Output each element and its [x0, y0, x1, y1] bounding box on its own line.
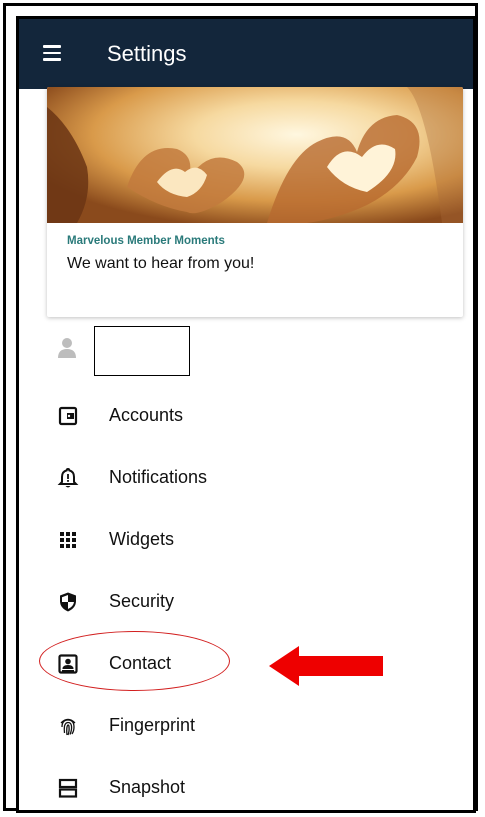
profile-name-redacted[interactable] — [94, 326, 190, 376]
hamburger-menu-icon[interactable] — [39, 39, 69, 69]
fingerprint-icon — [60, 718, 76, 736]
red-arrow-icon — [269, 646, 383, 686]
menu-item-notifications[interactable]: Notifications — [19, 447, 473, 509]
page-title: Settings — [107, 41, 187, 66]
menu-label-snapshot: Snapshot — [109, 777, 186, 797]
snapshot-icon — [58, 778, 78, 798]
card-headline: We want to hear from you! — [67, 255, 255, 272]
wallet-icon — [58, 406, 78, 426]
menu-item-security[interactable]: Security — [19, 571, 473, 633]
menu-item-accounts[interactable]: Accounts — [19, 385, 473, 447]
menu-label-fingerprint: Fingerprint — [109, 715, 196, 735]
screenshot-outer-border: Settings Marvelous Member Moments We wan… — [3, 3, 478, 813]
bell-alert-icon — [57, 467, 79, 488]
app-screen: Settings Marvelous Member Moments We wan… — [16, 16, 476, 813]
menu-label-notifications: Notifications — [109, 467, 208, 487]
person-icon — [58, 338, 76, 358]
menu-item-snapshot[interactable]: Snapshot — [19, 757, 473, 810]
app-bar: Settings — [19, 19, 473, 89]
menu-label-security: Security — [109, 591, 175, 611]
menu-label-accounts: Accounts — [109, 405, 184, 425]
menu-item-fingerprint[interactable]: Fingerprint — [19, 695, 473, 757]
promo-card[interactable]: Marvelous Member Moments We want to hear… — [47, 87, 463, 317]
card-caption: Marvelous Member Moments — [67, 235, 225, 247]
menu-item-widgets[interactable]: Widgets — [19, 509, 473, 571]
banner-image — [47, 87, 463, 223]
contact-highlight-ellipse — [39, 631, 230, 691]
grid-dots-icon — [60, 532, 76, 548]
shield-icon — [60, 592, 76, 612]
menu-label-widgets: Widgets — [109, 529, 175, 549]
